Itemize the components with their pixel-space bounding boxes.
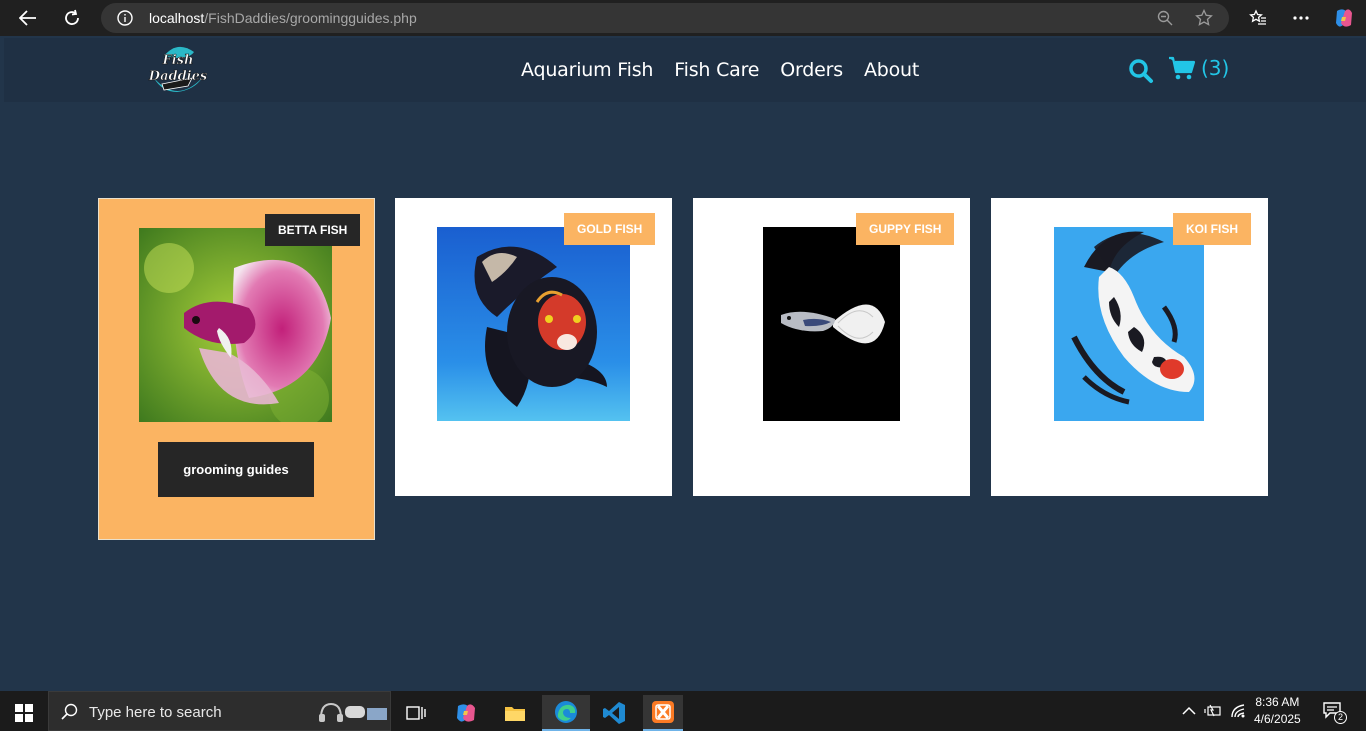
fish-badge: GUPPY FISH (856, 213, 955, 245)
fish-card-guppy[interactable]: GUPPY FISH (693, 198, 970, 496)
more-menu-button[interactable] (1286, 3, 1316, 33)
clock-date: 4/6/2025 (1254, 712, 1301, 726)
clock-time: 8:36 AM (1255, 695, 1300, 709)
url-text[interactable]: localhost/FishDaddies/groomingguides.php (149, 10, 417, 26)
main-nav: Aquarium Fish Fish Care Orders About (521, 59, 940, 81)
edge-icon (555, 701, 577, 723)
favorites-list-icon (1249, 9, 1266, 25)
windows-taskbar: Type here to search 8:36 AM 4/6/2025 2 (0, 691, 1366, 731)
task-view-button[interactable] (396, 695, 436, 731)
nav-aquarium-fish[interactable]: Aquarium Fish (521, 59, 653, 81)
refresh-icon (65, 9, 79, 25)
fish-card-betta[interactable]: BETTA FISH grooming guides (98, 198, 375, 540)
file-explorer-app[interactable] (495, 695, 535, 731)
search-icon[interactable] (1128, 58, 1154, 84)
search-highlight-icon (319, 702, 387, 722)
shopping-cart-icon (1169, 56, 1196, 80)
chevron-up-icon[interactable] (1182, 706, 1196, 716)
search-icon (61, 703, 78, 720)
site-info-icon[interactable] (117, 10, 133, 26)
wifi-icon[interactable] (1230, 703, 1248, 719)
gold-fish-image (437, 227, 630, 421)
url-host: localhost (149, 10, 205, 26)
ellipsis-icon (1293, 16, 1309, 20)
folder-icon (505, 707, 525, 721)
fish-daddies-logo[interactable]: Fish Daddies (144, 38, 210, 102)
taskbar-search-box[interactable]: Type here to search (48, 691, 391, 731)
koi-fish-image (1054, 227, 1204, 421)
search-placeholder: Type here to search (89, 704, 222, 721)
notifications-button[interactable]: 2 (1322, 701, 1347, 724)
fish-card-koi[interactable]: KOI FISH (991, 198, 1268, 496)
site-header: Fish Daddies Aquarium Fish Fish Care Ord… (4, 38, 1366, 102)
nav-fish-care[interactable]: Fish Care (674, 59, 759, 81)
task-view-icon (406, 706, 426, 720)
zoom-icon[interactable] (1157, 10, 1173, 26)
system-clock[interactable]: 8:36 AM 4/6/2025 (1254, 694, 1301, 728)
fish-badge: KOI FISH (1173, 213, 1252, 245)
cart-count: (3) (1201, 56, 1230, 80)
copilot-icon (457, 704, 475, 722)
start-button[interactable] (4, 695, 44, 731)
fish-badge: GOLD FISH (564, 213, 656, 245)
copilot-app[interactable] (446, 695, 486, 731)
vscode-icon (603, 702, 625, 724)
guppy-fish-image (763, 227, 900, 421)
svg-text:Daddies: Daddies (148, 69, 208, 84)
back-button[interactable] (13, 3, 43, 33)
favorites-button[interactable] (1243, 3, 1273, 33)
copilot-icon (1336, 9, 1352, 27)
grooming-guides-button[interactable]: grooming guides (158, 442, 314, 497)
notification-count-badge: 2 (1334, 711, 1347, 724)
windows-logo-icon (15, 704, 33, 722)
url-path: /FishDaddies/groomingguides.php (204, 10, 417, 26)
xampp-app[interactable] (643, 695, 683, 731)
copilot-button[interactable] (1329, 3, 1359, 33)
refresh-button[interactable] (57, 3, 87, 33)
address-bar[interactable]: localhost/FishDaddies/groomingguides.php (101, 3, 1229, 33)
fish-card-goldfish[interactable]: GOLD FISH (395, 198, 672, 496)
battery-icon[interactable] (1204, 704, 1222, 718)
edge-app[interactable] (542, 695, 590, 731)
fish-badge: BETTA FISH (265, 214, 361, 246)
nav-about[interactable]: About (864, 59, 919, 81)
favorite-star-icon[interactable] (1195, 9, 1213, 27)
browser-toolbar: localhost/FishDaddies/groomingguides.php (0, 0, 1366, 36)
xampp-icon (652, 701, 674, 723)
vscode-app[interactable] (594, 695, 634, 731)
back-arrow-icon (19, 10, 36, 26)
betta-fish-image (139, 228, 332, 422)
svg-text:Fish: Fish (162, 53, 194, 68)
cart-button[interactable]: (3) (1168, 56, 1229, 80)
nav-orders[interactable]: Orders (780, 59, 843, 81)
